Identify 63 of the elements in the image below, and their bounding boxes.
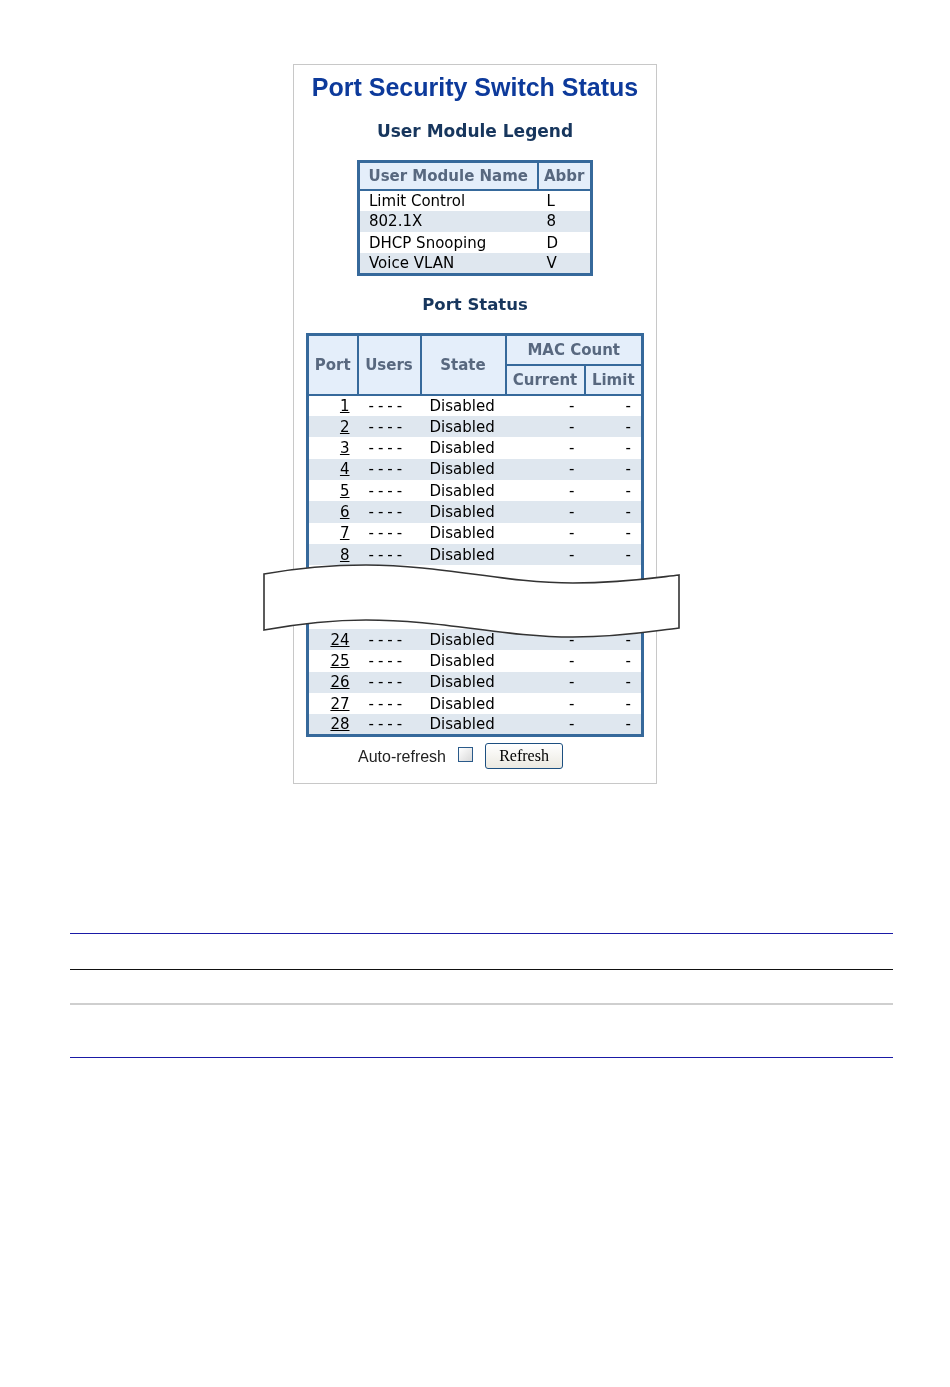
table-cell: Disabled (420, 693, 506, 715)
table-cell: ---- (357, 693, 421, 715)
port-link[interactable]: 1 (339, 397, 350, 416)
port-link[interactable]: 28 (330, 715, 350, 734)
table-cell: - (584, 501, 643, 523)
table-cell: - (505, 714, 585, 736)
port-link[interactable]: 3 (339, 439, 350, 458)
table-cell: - (505, 480, 585, 502)
table-cell: - (584, 714, 643, 736)
port-link[interactable]: 26 (330, 673, 350, 692)
page-title: Port Security Switch Status (311, 72, 639, 102)
column-header: Port (307, 334, 358, 395)
table-cell: Disabled (420, 416, 506, 438)
table-cell: - (505, 693, 585, 715)
port-link[interactable]: 4 (339, 460, 350, 479)
table-cell: ---- (357, 416, 421, 438)
table-cell: Disabled (420, 480, 506, 502)
column-header: Limit (584, 364, 643, 395)
table-cell: Disabled (420, 501, 506, 523)
port-link[interactable]: 8 (339, 545, 350, 564)
section-heading: User Module Legend (376, 121, 574, 141)
table-cell: Disabled (420, 714, 506, 736)
table-cell: - (584, 416, 643, 438)
refresh-button[interactable]: Refresh (485, 743, 563, 770)
port-link[interactable]: 27 (330, 694, 350, 713)
table-cell: ---- (357, 480, 421, 502)
port-link[interactable]: 5 (339, 481, 350, 500)
table-cell: D (537, 232, 592, 254)
table-cell: Disabled (420, 629, 506, 651)
column-header: Abbr (537, 161, 592, 190)
table-cell: - (505, 501, 585, 523)
section-heading: Port Status (422, 295, 528, 316)
table-cell: Voice VLAN (358, 253, 538, 275)
column-header: Users (357, 334, 421, 395)
port-link[interactable]: 24 (330, 630, 350, 649)
column-header: User Module Name (358, 161, 538, 190)
table-cell: - (505, 650, 585, 672)
column-header: Current (505, 364, 585, 395)
column-header: State (420, 334, 506, 395)
port-link[interactable]: 25 (330, 652, 350, 671)
port-link[interactable]: 6 (339, 503, 350, 521)
port-link[interactable]: 7 (339, 524, 350, 543)
table-cell: ---- (357, 650, 421, 672)
table-cell: DHCP Snooping (358, 232, 538, 254)
table-cell: ---- (357, 437, 421, 459)
column-header: MAC Count (505, 334, 643, 365)
table-cell: - (584, 693, 643, 715)
table-cell: Disabled (420, 650, 506, 672)
table-cell: - (584, 650, 643, 672)
table-cell: ---- (357, 714, 421, 736)
table-cell: ---- (357, 501, 421, 523)
table-cell: V (537, 253, 592, 275)
table-cell: 802.1X (358, 210, 538, 233)
auto-refresh-label: Auto-refresh (357, 746, 446, 766)
table-cell: - (584, 480, 643, 502)
table-cell: ---- (357, 629, 421, 651)
port-link[interactable]: 2 (339, 417, 350, 436)
table-cell: - (505, 416, 585, 438)
table-cell: - (584, 437, 643, 459)
table-cell: Disabled (420, 437, 506, 459)
auto-refresh-checkbox[interactable] (458, 746, 473, 762)
table-cell: Limit Control (358, 189, 538, 211)
table-cell: - (505, 437, 585, 459)
